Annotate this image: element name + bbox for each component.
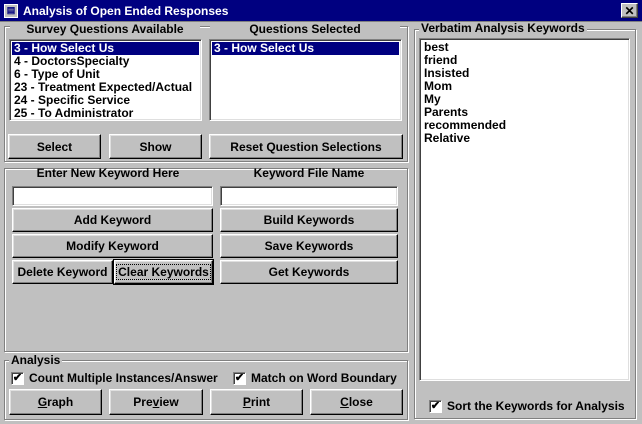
verbatim-keywords-list[interactable]: best friend Insisted Mom My Parents recommende… (419, 38, 630, 381)
delete-keyword-button[interactable]: Delete Keyword (12, 260, 113, 284)
list-item[interactable]: Relative (422, 132, 627, 145)
graph-button[interactable]: Graph (9, 389, 102, 415)
sort-keywords-checkbox[interactable]: ✔ Sort the Keywords for Analysis (429, 399, 625, 413)
close-icon[interactable]: ✕ (621, 3, 638, 18)
clear-keywords-button[interactable]: Clear Keywords (113, 259, 214, 285)
questions-selected-header: Questions Selected (210, 22, 400, 36)
analysis-legend: Analysis (9, 353, 63, 367)
preview-button[interactable]: Pre v iew (109, 389, 203, 415)
new-keyword-input[interactable] (12, 186, 213, 206)
preview-label-end: iew (159, 395, 179, 409)
sort-keywords-label: Sort the Keywords for Analysis (447, 399, 625, 413)
match-word-boundary-checkbox[interactable]: ✔ Match on Word Boundary (233, 371, 397, 385)
keyword-file-input[interactable] (220, 186, 398, 206)
survey-questions-list[interactable]: 3 - How Select Us 4 - DoctorsSpecialty 6 -… (9, 39, 202, 121)
list-item[interactable]: 25 - To Administrator (12, 107, 199, 120)
modify-keyword-button[interactable]: Modify Keyword (12, 234, 213, 258)
close-label: lose (348, 395, 373, 409)
print-button[interactable]: Print (210, 389, 303, 415)
show-button[interactable]: Show (109, 134, 202, 159)
list-item[interactable]: Insisted (422, 67, 627, 80)
survey-questions-header: Survey Questions Available (10, 22, 200, 36)
print-hotkey: P (242, 395, 251, 409)
get-keywords-button[interactable]: Get Keywords (220, 260, 398, 284)
preview-label-start: Pre (133, 395, 153, 409)
close-hotkey: C (340, 395, 349, 409)
app-icon: ▤ (4, 3, 18, 18)
graph-label: raph (47, 395, 74, 409)
count-multiple-label: Count Multiple Instances/Answer (29, 371, 218, 385)
list-item[interactable]: 3 - How Select Us (212, 42, 399, 55)
add-keyword-button[interactable]: Add Keyword (12, 208, 213, 232)
list-item[interactable]: Mom (422, 80, 627, 93)
preview-hotkey: v (152, 395, 160, 409)
title-bar: ▤ Analysis of Open Ended Responses ✕ (0, 0, 642, 22)
graph-hotkey: G (37, 395, 48, 409)
new-keyword-header: Enter New Keyword Here (36, 166, 180, 180)
window-title: Analysis of Open Ended Responses (23, 3, 229, 18)
select-button[interactable]: Select (8, 134, 101, 159)
count-multiple-check-icon: ✔ (11, 371, 24, 385)
reset-question-selections-button[interactable]: Reset Question Selections (209, 134, 403, 159)
match-word-boundary-label: Match on Word Boundary (251, 371, 397, 385)
save-keywords-button[interactable]: Save Keywords (220, 234, 398, 258)
sort-keywords-check-icon: ✔ (429, 399, 442, 413)
verbatim-legend: Verbatim Analysis Keywords (419, 21, 587, 35)
build-keywords-button[interactable]: Build Keywords (220, 208, 398, 232)
close-button[interactable]: Close (310, 389, 403, 415)
print-label: rint (250, 395, 271, 409)
keyword-file-header: Keyword File Name (253, 166, 365, 180)
questions-selected-list[interactable]: 3 - How Select Us (209, 39, 402, 121)
clear-keywords-label: Clear Keywords (116, 264, 211, 280)
count-multiple-checkbox[interactable]: ✔ Count Multiple Instances/Answer (11, 371, 218, 385)
match-word-boundary-check-icon: ✔ (233, 371, 246, 385)
